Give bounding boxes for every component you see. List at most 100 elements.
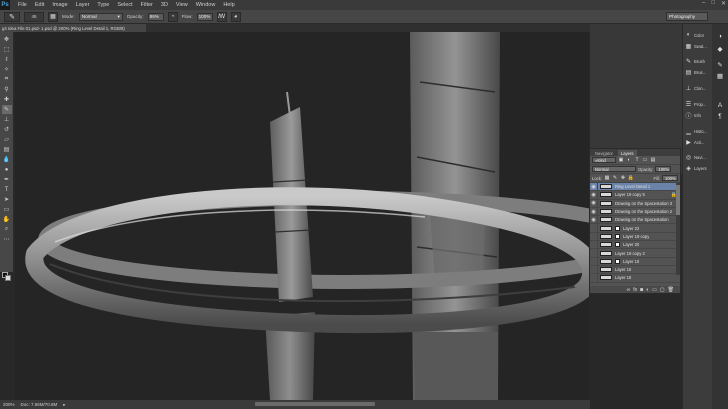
eye-icon[interactable]: ◉: [590, 190, 598, 199]
dodge-tool-icon[interactable]: ●: [2, 165, 12, 174]
lock-pixels-icon[interactable]: ✎: [612, 175, 618, 181]
panel-histogram[interactable]: ▁ Histo...: [685, 128, 707, 135]
menu-select[interactable]: Select: [113, 2, 136, 8]
layer-row[interactable]: ◉ Drawing on the Spacestation 3: [590, 199, 680, 208]
document-tab[interactable]: g4 Idea File 01.psd- 1.psd @ 200% (Ring …: [0, 24, 146, 32]
layer-row[interactable]: Layer 22: [590, 224, 680, 233]
menu-window[interactable]: Window: [192, 2, 220, 8]
type-tool-icon[interactable]: T: [2, 185, 12, 194]
opacity-field[interactable]: 86%: [147, 12, 164, 21]
more-tools-icon[interactable]: ⋯: [2, 235, 12, 244]
pressure-size-toggle[interactable]: ◕: [230, 11, 241, 22]
eraser-tool-icon[interactable]: ▱: [2, 135, 12, 144]
panel-info[interactable]: ⓘ Info: [685, 112, 701, 120]
lock-all-icon[interactable]: 🔒: [628, 175, 634, 181]
healing-tool-icon[interactable]: ✚: [2, 95, 12, 104]
path-select-tool-icon[interactable]: ➤: [2, 195, 12, 204]
brush-tool-icon[interactable]: ✎: [1, 105, 12, 114]
tab-layers[interactable]: Layers: [617, 150, 637, 156]
pressure-opacity-toggle[interactable]: ◔: [167, 11, 178, 22]
lock-position-icon[interactable]: ✥: [620, 175, 626, 181]
flow-field[interactable]: 100%: [196, 12, 213, 21]
brush-size-picker[interactable]: 45: [24, 11, 44, 22]
layer-row[interactable]: Layer 18: [590, 273, 680, 283]
layers-scrollbar[interactable]: [676, 183, 680, 275]
layer-row[interactable]: Layer 19: [590, 257, 680, 266]
menu-layer[interactable]: Layer: [72, 2, 94, 8]
background-color-swatch[interactable]: [5, 275, 11, 281]
zoom-tool-icon[interactable]: ⌕: [2, 225, 12, 234]
panel-swatches[interactable]: ▦ Swat...: [685, 43, 707, 50]
shape-tool-icon[interactable]: ▭: [2, 205, 12, 214]
adjust-icon[interactable]: ◑: [715, 32, 725, 41]
canvas[interactable]: [15, 32, 589, 400]
marquee-tool-icon[interactable]: ⬚: [2, 45, 12, 54]
pen-tool-icon[interactable]: ✒: [2, 175, 12, 184]
eye-icon[interactable]: [590, 240, 598, 249]
mode-select[interactable]: Normal ▾: [78, 12, 123, 21]
quick-select-tool-icon[interactable]: ✧: [2, 65, 12, 74]
layer-style-icon[interactable]: fx: [633, 287, 637, 293]
new-layer-icon[interactable]: ▢: [660, 287, 665, 293]
layer-row[interactable]: ◉ Drawing on the Spacestation 2: [590, 207, 680, 217]
restore-button[interactable]: □: [711, 0, 715, 7]
panel-navigator[interactable]: ◎ Navi...: [685, 154, 706, 161]
layer-row[interactable]: ◉ Drawing on the Spacestation: [590, 215, 680, 225]
horizontal-scrollbar[interactable]: [255, 402, 375, 406]
new-group-icon[interactable]: ▭: [652, 287, 657, 293]
hand-tool-icon[interactable]: ✋: [2, 215, 12, 224]
character-icon[interactable]: A: [715, 101, 725, 110]
adjustment-layer-icon[interactable]: ◐: [646, 287, 649, 293]
history-brush-tool-icon[interactable]: ↺: [2, 125, 12, 134]
menu-type[interactable]: Type: [93, 2, 113, 8]
panel-brush-presets[interactable]: ▤ Brus...: [685, 69, 706, 76]
tab-navigator[interactable]: Navigator: [592, 150, 616, 156]
eyedropper-tool-icon[interactable]: ⚲: [2, 85, 12, 94]
delete-layer-icon[interactable]: 🗑: [668, 287, 674, 293]
menu-view[interactable]: View: [172, 2, 192, 8]
panel-clone-source[interactable]: ⊥ Clon...: [685, 85, 706, 92]
fill-field[interactable]: 100%: [662, 175, 678, 181]
blur-tool-icon[interactable]: 💧: [2, 155, 12, 164]
layer-row[interactable]: Layer 19 copy 2: [590, 249, 680, 258]
paragraph-icon[interactable]: ¶: [715, 112, 725, 121]
eye-icon[interactable]: [590, 249, 598, 258]
filter-pixel-icon[interactable]: ▣: [618, 157, 624, 163]
gradient-tool-icon[interactable]: ▤: [2, 145, 12, 154]
blend-mode-select[interactable]: Normal: [592, 166, 636, 172]
airbrush-toggle[interactable]: ꟿ: [216, 11, 227, 22]
layer-opacity-field[interactable]: 100%: [655, 166, 672, 172]
eye-icon[interactable]: ◉: [590, 182, 598, 191]
panel-color[interactable]: ◐ Color: [685, 32, 704, 38]
eye-icon[interactable]: ◉: [590, 207, 598, 216]
crop-tool-icon[interactable]: ⌗: [2, 75, 12, 84]
panel-layers[interactable]: ◈ Layers: [685, 165, 706, 172]
eye-icon[interactable]: [590, 265, 598, 274]
layer-row[interactable]: Layer 16: [590, 265, 680, 275]
zoom-level[interactable]: 200%: [3, 402, 15, 407]
scroll-thumb[interactable]: [676, 185, 680, 215]
lock-transparent-icon[interactable]: ▦: [604, 175, 610, 181]
menu-file[interactable]: File: [14, 2, 31, 8]
panel-properties[interactable]: ☰ Prop...: [685, 101, 707, 108]
brush-panel-toggle[interactable]: ▦: [48, 11, 58, 22]
eye-icon[interactable]: [590, 257, 598, 266]
menu-image[interactable]: Image: [48, 2, 71, 8]
menu-help[interactable]: Help: [219, 2, 238, 8]
lasso-tool-icon[interactable]: ℓ: [2, 55, 12, 64]
channels-icon[interactable]: ▦: [715, 71, 725, 80]
close-button[interactable]: ✕: [721, 0, 726, 7]
menu-edit[interactable]: Edit: [31, 2, 48, 8]
layer-filter-kind[interactable]: ⌕ Kind: [592, 157, 616, 163]
filter-shape-icon[interactable]: ▭: [642, 157, 648, 163]
link-layers-icon[interactable]: ∞: [627, 287, 631, 293]
tool-preset-picker[interactable]: ✎: [4, 11, 20, 22]
eye-icon[interactable]: ◉: [590, 199, 598, 208]
panel-brush[interactable]: ✎ Brush: [685, 58, 705, 65]
paths-icon[interactable]: ✎: [715, 60, 725, 69]
filter-smart-icon[interactable]: ▤: [650, 157, 656, 163]
status-menu-arrow-icon[interactable]: ▸: [63, 402, 65, 408]
eye-icon[interactable]: ◉: [590, 215, 598, 224]
layer-row[interactable]: ◉ Layer 19 copy 5 🔒: [590, 190, 680, 200]
move-tool-icon[interactable]: ✥: [2, 35, 12, 44]
